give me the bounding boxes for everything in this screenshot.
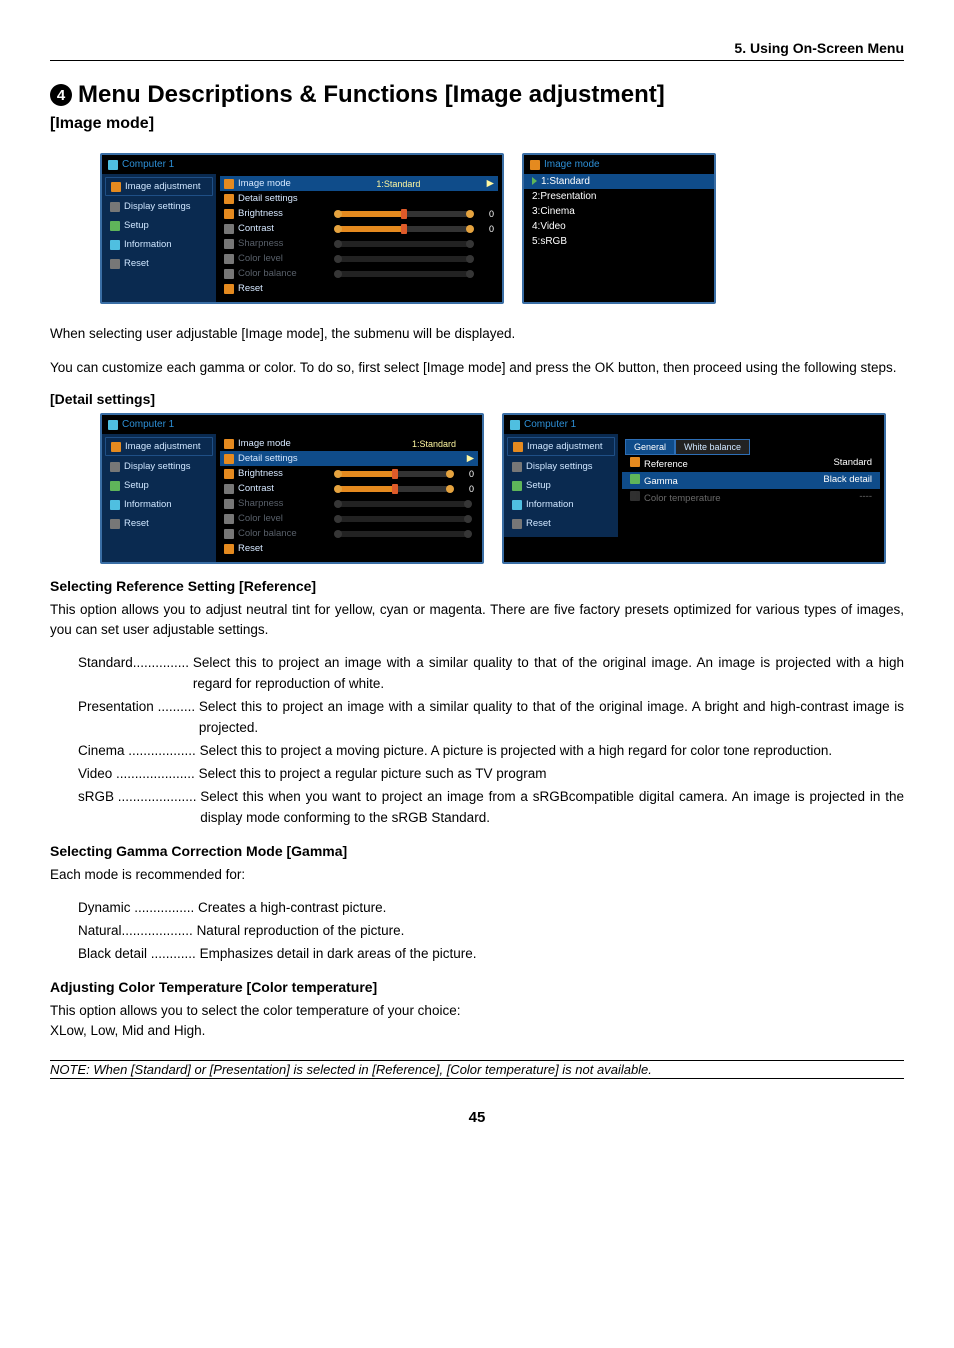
- osd-title-text: Computer 1: [122, 419, 174, 430]
- sidebar-reset[interactable]: Reset: [105, 515, 213, 532]
- tab-general[interactable]: General: [625, 439, 675, 455]
- row-detail-settings[interactable]: Detail settings▶: [220, 451, 478, 466]
- row-detail-settings[interactable]: Detail settings: [220, 191, 498, 206]
- osd-detail-settings: Computer 1 Image adjustment Display sett…: [100, 413, 484, 564]
- osd-list-title: Image mode: [544, 159, 600, 170]
- row-reset[interactable]: Reset: [220, 281, 498, 296]
- osd-sidebar: Image adjustment Display settings Setup …: [102, 174, 216, 302]
- osd-sidebar: Image adjustment Display settings Setup …: [504, 434, 618, 537]
- mode-icon: [530, 160, 540, 170]
- osd-image-mode-list: Image mode 1:Standard 2:Presentation 3:C…: [522, 153, 716, 304]
- mode-icon: [224, 179, 234, 189]
- osd-main-menu: Computer 1 Image adjustment Display sett…: [100, 153, 504, 304]
- note-text: NOTE: When [Standard] or [Presentation] …: [50, 1060, 904, 1079]
- page-number: 45: [50, 1109, 904, 1126]
- detail-icon: [224, 194, 234, 204]
- title-number-badge: 4: [50, 84, 72, 106]
- sidebar-setup[interactable]: Setup: [105, 477, 213, 494]
- sidebar-display-settings[interactable]: Display settings: [105, 198, 213, 215]
- main-title-text: Menu Descriptions & Functions [Image adj…: [78, 81, 665, 109]
- chapter-header: 5. Using On-Screen Menu: [50, 40, 904, 61]
- sidebar-setup[interactable]: Setup: [105, 217, 213, 234]
- color-temp-paragraph-1: This option allows you to select the col…: [50, 1001, 904, 1021]
- row-sharpness: Sharpness: [220, 496, 478, 511]
- gamma-paragraph: Each mode is recommended for:: [50, 865, 904, 885]
- row-reference[interactable]: ReferenceStandard: [622, 455, 880, 472]
- paragraph-1: When selecting user adjustable [Image mo…: [50, 324, 904, 344]
- sidebar-image-adjustment[interactable]: Image adjustment: [507, 437, 615, 456]
- row-brightness[interactable]: Brightness0: [220, 206, 498, 221]
- row-color-level: Color level: [220, 511, 478, 526]
- color-level-icon: [224, 254, 234, 264]
- row-color-balance: Color balance: [220, 266, 498, 281]
- tab-white-balance[interactable]: White balance: [675, 439, 750, 455]
- row-color-temperature: Color temperature----: [622, 489, 880, 506]
- sidebar-information[interactable]: Information: [105, 496, 213, 513]
- sidebar-information[interactable]: Information: [507, 496, 615, 513]
- osd-sidebar: Image adjustment Display settings Setup …: [102, 434, 216, 562]
- reference-definitions: Standard............... Select this to p…: [50, 653, 904, 828]
- screenshot-row-2: Computer 1 Image adjustment Display sett…: [100, 413, 904, 564]
- sidebar-image-adjustment[interactable]: Image adjustment: [105, 437, 213, 456]
- reset-icon: [110, 259, 120, 269]
- color-temp-heading: Adjusting Color Temperature [Color tempe…: [50, 979, 904, 995]
- sidebar-display-settings[interactable]: Display settings: [507, 458, 615, 475]
- row-contrast[interactable]: Contrast0: [220, 221, 498, 236]
- row-color-level: Color level: [220, 251, 498, 266]
- row-contrast[interactable]: Contrast0: [220, 481, 478, 496]
- color-temp-paragraph-2: XLow, Low, Mid and High.: [50, 1021, 904, 1041]
- list-item-cinema[interactable]: 3:Cinema: [524, 204, 714, 219]
- list-item-video[interactable]: 4:Video: [524, 219, 714, 234]
- gamma-definitions: Dynamic ................ Creates a high-…: [50, 898, 904, 965]
- row-gamma[interactable]: GammaBlack detail: [622, 472, 880, 489]
- list-item-srgb[interactable]: 5:sRGB: [524, 234, 714, 249]
- row-color-balance: Color balance: [220, 526, 478, 541]
- chevron-right-icon: ▶: [467, 453, 474, 464]
- monitor-icon: [510, 420, 520, 430]
- display-icon: [110, 202, 120, 212]
- sidebar-information[interactable]: Information: [105, 236, 213, 253]
- detail-settings-heading: [Detail settings]: [50, 391, 904, 407]
- sub-title: [Image mode]: [50, 115, 904, 133]
- list-item-presentation[interactable]: 2:Presentation: [524, 189, 714, 204]
- sidebar-display-settings[interactable]: Display settings: [105, 458, 213, 475]
- setup-icon: [110, 221, 120, 231]
- contrast-icon: [224, 224, 234, 234]
- list-item-standard[interactable]: 1:Standard: [524, 174, 714, 189]
- info-icon: [110, 240, 120, 250]
- adjust-icon: [111, 182, 121, 192]
- reference-paragraph: This option allows you to adjust neutral…: [50, 600, 904, 639]
- color-balance-icon: [224, 269, 234, 279]
- osd-detail-general: Computer 1 Image adjustment Display sett…: [502, 413, 886, 564]
- row-image-mode[interactable]: Image mode 1:Standard ▶: [220, 176, 498, 191]
- row-brightness[interactable]: Brightness0: [220, 466, 478, 481]
- sidebar-image-adjustment[interactable]: Image adjustment: [105, 177, 213, 196]
- monitor-icon: [108, 420, 118, 430]
- sidebar-setup[interactable]: Setup: [507, 477, 615, 494]
- sun-icon: [224, 209, 234, 219]
- row-reset[interactable]: Reset: [220, 541, 478, 556]
- triangle-icon: [532, 177, 537, 185]
- row-image-mode[interactable]: Image mode1:Standard: [220, 436, 478, 451]
- chevron-right-icon: ▶: [487, 178, 494, 189]
- paragraph-2: You can customize each gamma or color. T…: [50, 358, 904, 378]
- gamma-heading: Selecting Gamma Correction Mode [Gamma]: [50, 843, 904, 859]
- screenshot-row-1: Computer 1 Image adjustment Display sett…: [100, 153, 904, 304]
- osd-main-panel: Image mode 1:Standard ▶ Detail settings …: [216, 174, 502, 302]
- sidebar-reset[interactable]: Reset: [105, 255, 213, 272]
- sharpness-icon: [224, 239, 234, 249]
- monitor-icon: [108, 160, 118, 170]
- sidebar-reset[interactable]: Reset: [507, 515, 615, 532]
- reference-heading: Selecting Reference Setting [Reference]: [50, 578, 904, 594]
- main-title: 4 Menu Descriptions & Functions [Image a…: [50, 81, 904, 109]
- osd-title-text: Computer 1: [122, 159, 174, 170]
- row-sharpness: Sharpness: [220, 236, 498, 251]
- reset-icon: [224, 284, 234, 294]
